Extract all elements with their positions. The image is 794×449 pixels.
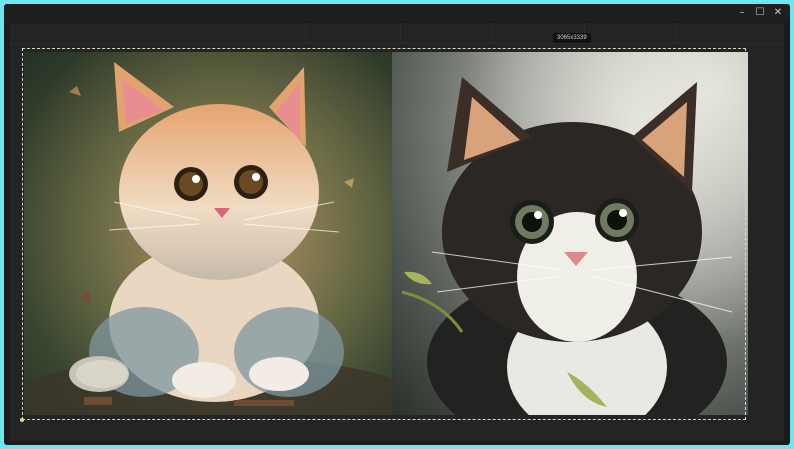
- selection-handle[interactable]: [20, 418, 24, 422]
- grid-line: [400, 23, 401, 43]
- image-size-badge: 3065x3339: [553, 33, 591, 43]
- grid-line: [676, 23, 677, 43]
- close-icon[interactable]: ✕: [770, 6, 786, 20]
- orange-kitten-illustration: [24, 52, 392, 415]
- minimize-icon[interactable]: –: [734, 6, 750, 20]
- black-white-kitten-illustration: [392, 52, 748, 415]
- grid-line: [492, 23, 493, 43]
- maximize-icon[interactable]: ☐: [752, 6, 768, 20]
- grid-line: [305, 23, 306, 43]
- right-kitten-image[interactable]: [392, 52, 748, 415]
- title-bar: – ☐ ✕: [4, 4, 790, 22]
- grid-line: [10, 43, 784, 44]
- left-kitten-image[interactable]: [24, 52, 392, 415]
